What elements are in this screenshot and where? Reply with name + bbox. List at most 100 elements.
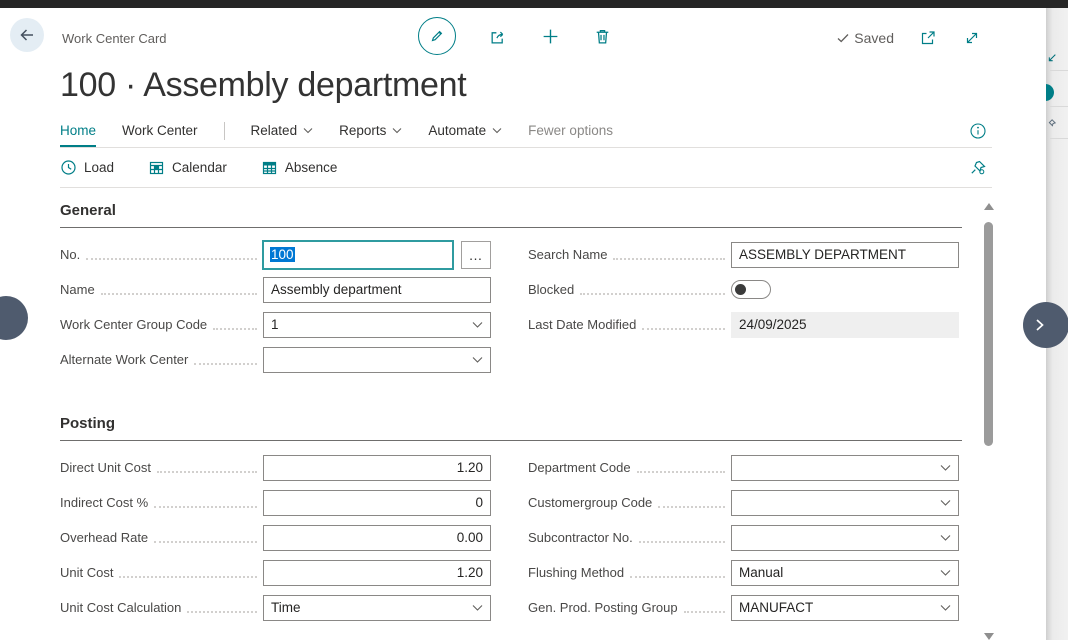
vertical-scrollbar[interactable] (983, 203, 995, 640)
unit-cost-calculation-dropdown[interactable]: Time (263, 595, 491, 621)
no-input[interactable]: 100 (263, 241, 453, 269)
load-icon (60, 159, 77, 176)
action-calendar-label: Calendar (172, 160, 227, 175)
dotted-leader (157, 463, 257, 473)
app-header: Work Center Card (0, 8, 1068, 56)
back-button[interactable] (10, 18, 44, 52)
unit-cost-input[interactable] (263, 560, 491, 586)
tab-home-label: Home (60, 123, 96, 138)
trash-icon (593, 27, 612, 46)
no-input-selected-text: 100 (270, 247, 295, 262)
section-posting-title[interactable]: Posting (60, 415, 962, 441)
check-icon (836, 31, 850, 45)
general-left-column: No. 100 … Name Work Center Group Code (60, 237, 491, 377)
dotted-leader (86, 250, 257, 260)
share-icon (489, 27, 508, 46)
field-direct-unit-cost-label: Direct Unit Cost (60, 460, 151, 475)
action-absence[interactable]: Absence (261, 159, 338, 176)
field-last-date-modified: Last Date Modified 24/09/2025 (528, 307, 959, 342)
action-calendar[interactable]: Calendar (148, 159, 227, 176)
pin-actionbar-button[interactable] (968, 158, 988, 178)
fullscreen-button[interactable] (962, 28, 982, 48)
field-no: No. 100 … (60, 237, 491, 272)
expand-diagonal-icon (963, 29, 981, 47)
open-in-new-window-button[interactable] (918, 28, 938, 48)
dotted-leader (684, 603, 725, 613)
action-bar: Load Calendar Absence (60, 148, 992, 188)
previous-record-button[interactable] (0, 296, 28, 340)
toggle-knob (735, 284, 746, 295)
menu-related[interactable]: Related (251, 114, 314, 147)
tab-home[interactable]: Home (60, 114, 96, 147)
field-overhead-rate: Overhead Rate (60, 520, 491, 555)
field-flushing-method-label: Flushing Method (528, 565, 624, 580)
menu-reports-label: Reports (339, 123, 386, 138)
action-load-label: Load (84, 160, 114, 175)
strip-divider (1050, 70, 1068, 71)
section-general: General No. 100 … Name (60, 202, 962, 377)
last-date-modified-value: 24/09/2025 (731, 312, 959, 338)
field-indirect-cost-pct: Indirect Cost % (60, 485, 491, 520)
overhead-rate-input[interactable] (263, 525, 491, 551)
absence-icon (261, 159, 278, 176)
action-absence-label: Absence (285, 160, 338, 175)
browser-top-strip (0, 0, 1068, 8)
section-general-title[interactable]: General (60, 202, 962, 228)
menu-reports[interactable]: Reports (339, 114, 402, 147)
strip-divider (1050, 138, 1068, 139)
name-input[interactable] (263, 277, 491, 303)
alternate-work-center-dropdown[interactable] (263, 347, 491, 373)
field-unit-cost-calculation-label: Unit Cost Calculation (60, 600, 181, 615)
menu-related-label: Related (251, 123, 298, 138)
pencil-icon (429, 28, 445, 44)
gen-prod-posting-group-dropdown[interactable]: MANUFACT (731, 595, 959, 621)
search-name-input[interactable] (731, 242, 959, 268)
field-last-date-modified-label: Last Date Modified (528, 317, 636, 332)
field-gen-prod-posting-group-label: Gen. Prod. Posting Group (528, 600, 678, 615)
work-center-group-code-dropdown[interactable]: 1 (263, 312, 491, 338)
dotted-leader (154, 533, 257, 543)
no-assist-edit-button[interactable]: … (461, 241, 491, 269)
subcontractor-no-dropdown[interactable] (731, 525, 959, 551)
menu-fewer-options[interactable]: Fewer options (528, 114, 613, 147)
dotted-leader (642, 320, 725, 330)
menu-automate[interactable]: Automate (428, 114, 502, 147)
scrollbar-up-arrow[interactable] (984, 203, 994, 210)
menu-automate-label: Automate (428, 123, 486, 138)
blocked-toggle[interactable] (731, 280, 771, 299)
dotted-leader (639, 533, 725, 543)
plus-icon (541, 27, 560, 46)
new-button[interactable] (540, 26, 560, 46)
page-caption: Work Center Card (62, 31, 167, 46)
field-alternate-work-center: Alternate Work Center (60, 342, 491, 377)
field-search-name-label: Search Name (528, 247, 607, 262)
info-button[interactable] (968, 121, 988, 141)
customergroup-code-dropdown[interactable] (731, 490, 959, 516)
chevron-down-icon (472, 604, 483, 612)
direct-unit-cost-input[interactable] (263, 455, 491, 481)
field-unit-cost: Unit Cost (60, 555, 491, 590)
action-load[interactable]: Load (60, 159, 114, 176)
tab-work-center[interactable]: Work Center (122, 114, 198, 147)
share-button[interactable] (488, 26, 508, 46)
field-unit-cost-label: Unit Cost (60, 565, 113, 580)
gen-prod-posting-group-value: MANUFACT (739, 600, 813, 615)
edit-button[interactable] (418, 17, 456, 55)
delete-button[interactable] (592, 26, 612, 46)
field-unit-cost-calculation: Unit Cost Calculation Time (60, 590, 491, 625)
field-department-code-label: Department Code (528, 460, 631, 475)
chevron-down-icon (940, 604, 951, 612)
calendar-icon (148, 159, 165, 176)
next-record-button[interactable] (1023, 302, 1068, 348)
dotted-leader (187, 603, 257, 613)
indirect-cost-pct-input[interactable] (263, 490, 491, 516)
chevron-down-icon (940, 569, 951, 577)
field-blocked-label: Blocked (528, 282, 574, 297)
field-name: Name (60, 272, 491, 307)
scrollbar-down-arrow[interactable] (984, 633, 994, 640)
field-name-label: Name (60, 282, 95, 297)
scrollbar-thumb[interactable] (984, 222, 993, 446)
flushing-method-dropdown[interactable]: Manual (731, 560, 959, 586)
department-code-dropdown[interactable] (731, 455, 959, 481)
header-toolbar (418, 17, 612, 55)
